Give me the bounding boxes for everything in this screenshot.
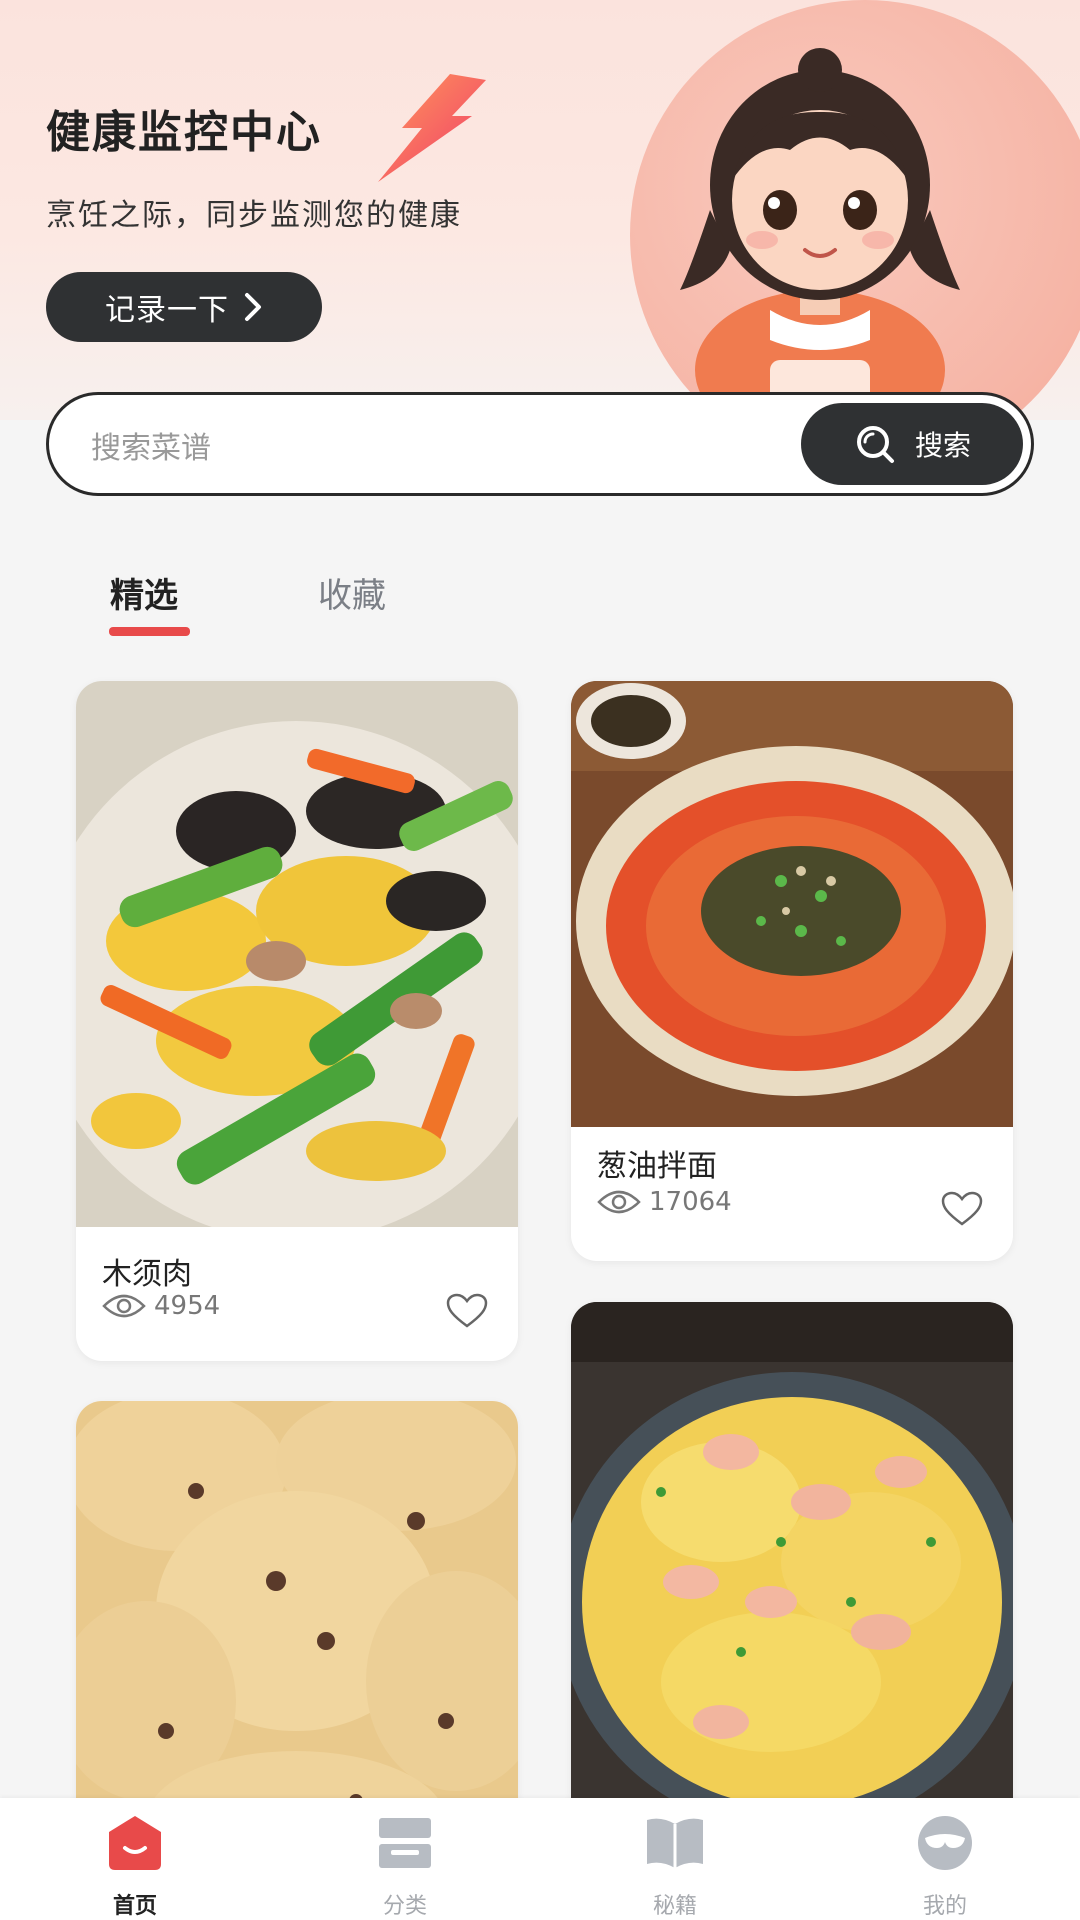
view-count: 4954 [102,1291,220,1321]
nav-label-category: 分类 [382,1894,427,1919]
recipe-card[interactable]: 葱油拌面 17064 [571,681,1013,1261]
recipe-image [76,1401,518,1861]
record-button[interactable]: 记录一下 [46,272,322,342]
nav-label-home: 首页 [112,1894,157,1919]
recipe-title: 木须肉 [102,1257,192,1292]
heart-icon[interactable] [446,1293,488,1329]
nav-item-category[interactable]: 分类 [270,1798,540,1920]
recipe-image [76,681,518,1227]
recipe-image [571,681,1013,1127]
tab-featured[interactable]: 精选 [110,568,178,617]
recipe-image [571,1302,1013,1862]
hero-subtitle: 烹饪之际，同步监测您的健康 [46,198,462,233]
tab-favorites[interactable]: 收藏 [318,568,386,617]
record-button-label: 记录一下 [105,293,229,328]
search-button[interactable]: 搜索 [801,403,1023,485]
recipe-card[interactable] [76,1401,518,1861]
view-count-value: 17064 [649,1187,732,1217]
chevron-right-icon [245,293,261,321]
view-count: 17064 [597,1187,732,1217]
hero-title: 健康监控中心 [46,107,322,158]
eye-icon [597,1190,641,1214]
book-icon [647,1818,703,1868]
nav-item-profile[interactable]: 我的 [810,1798,1080,1920]
profile-icon [918,1816,972,1870]
recipe-card[interactable]: 木须肉 4954 [76,681,518,1361]
cartoon-girl-avatar [680,48,960,420]
view-count-value: 4954 [154,1291,221,1321]
active-tab-indicator [109,627,190,636]
recipe-title: 葱油拌面 [597,1149,717,1184]
hero-banner: 健康监控中心 烹饪之际，同步监测您的健康 记录一下 [0,0,1080,420]
bottom-navigation: 首页 分类 秘籍 我的 [0,1798,1080,1920]
home-icon [109,1816,161,1870]
search-input[interactable] [89,419,793,477]
lightning-icon [378,74,486,182]
search-icon [856,426,894,463]
recipe-card[interactable] [571,1302,1013,1862]
nav-item-tips[interactable]: 秘籍 [540,1798,810,1920]
search-button-label: 搜索 [914,429,971,462]
nav-item-home[interactable]: 首页 [0,1798,270,1920]
heart-icon[interactable] [941,1191,983,1227]
eye-icon [102,1294,146,1318]
search-bar: 搜索 [46,392,1034,496]
nav-label-profile: 我的 [922,1894,967,1919]
category-icon [379,1818,431,1868]
nav-label-tips: 秘籍 [652,1894,697,1919]
